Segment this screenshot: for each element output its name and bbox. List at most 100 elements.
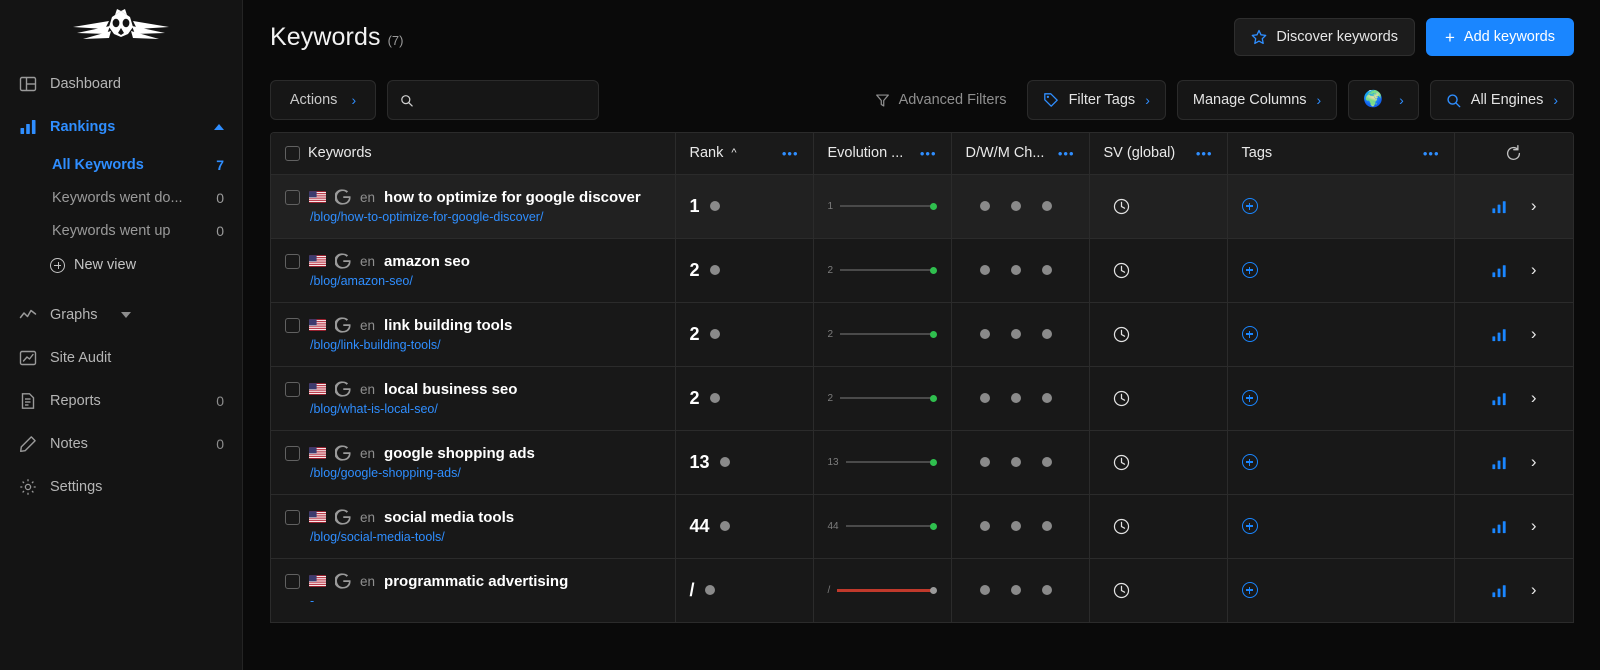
chart-bar-icon[interactable] xyxy=(1491,454,1508,471)
open-keyword-details-icon[interactable]: › xyxy=(1531,324,1537,344)
keyword-url[interactable]: - xyxy=(285,594,661,608)
row-checkbox[interactable] xyxy=(285,189,300,205)
sidebar-item-graphs[interactable]: Graphs xyxy=(0,293,242,336)
gear-icon xyxy=(18,477,37,496)
col-keywords[interactable]: Keywords xyxy=(271,133,676,175)
col-dwm-menu-icon[interactable]: ••• xyxy=(1058,146,1075,161)
sidebar-item-site-audit[interactable]: Site Audit xyxy=(0,336,242,379)
add-tag-button[interactable] xyxy=(1241,326,1258,342)
chart-bar-icon[interactable] xyxy=(1491,326,1508,343)
sidebar-item-dashboard[interactable]: Dashboard xyxy=(0,62,242,105)
sidebar-item-notes[interactable]: Notes 0 xyxy=(0,422,242,465)
add-tag-button[interactable] xyxy=(1241,198,1258,214)
day-change-dot xyxy=(979,521,990,531)
row-checkbox[interactable] xyxy=(285,509,300,525)
add-tag-button[interactable] xyxy=(1241,518,1258,534)
cell-tags xyxy=(1227,174,1455,239)
sidebar-item-settings[interactable]: Settings xyxy=(0,465,242,508)
new-view-button[interactable]: New view xyxy=(0,247,242,283)
chart-bar-icon[interactable] xyxy=(1491,518,1508,535)
col-rank-menu-icon[interactable]: ••• xyxy=(782,146,799,161)
open-keyword-details-icon[interactable]: › xyxy=(1531,388,1537,408)
site-audit-icon xyxy=(18,348,37,367)
sidebar-item-keywords-went-up[interactable]: Keywords went up 0 xyxy=(0,214,242,247)
table-row[interactable]: en programmatic advertising - / / › xyxy=(271,558,1573,623)
actions-button[interactable]: Actions › xyxy=(270,80,376,120)
col-dwm-change[interactable]: D/W/M Ch... ••• xyxy=(951,133,1090,175)
open-keyword-details-icon[interactable]: › xyxy=(1531,516,1537,536)
advanced-filters-button[interactable]: Advanced Filters xyxy=(875,92,1007,108)
keyword-url[interactable]: /blog/link-building-tools/ xyxy=(285,338,661,352)
table-row[interactable]: en google shopping ads /blog/google-shop… xyxy=(271,430,1573,495)
search-input[interactable] xyxy=(421,92,586,108)
day-change-dot xyxy=(979,393,990,403)
table-row[interactable]: en amazon seo /blog/amazon-seo/ 2 2 › xyxy=(271,238,1573,303)
row-checkbox[interactable] xyxy=(285,253,300,269)
table-row[interactable]: en social media tools /blog/social-media… xyxy=(271,494,1573,559)
chart-bar-icon[interactable] xyxy=(1491,198,1508,215)
cell-actions: › xyxy=(1454,558,1573,623)
open-keyword-details-icon[interactable]: › xyxy=(1531,196,1537,216)
clock-pending-icon xyxy=(1113,262,1129,278)
chevron-right-icon: › xyxy=(1399,92,1404,108)
col-tags-menu-icon[interactable]: ••• xyxy=(1423,146,1440,161)
evolution-sparkline xyxy=(845,458,937,466)
chart-bar-icon[interactable] xyxy=(1491,582,1508,599)
sort-asc-icon[interactable]: ^ xyxy=(731,147,736,159)
add-keywords-button[interactable]: + Add keywords xyxy=(1425,18,1574,56)
logo-container[interactable] xyxy=(0,0,242,58)
row-checkbox[interactable] xyxy=(285,445,300,461)
sidebar-item-count: 0 xyxy=(216,392,224,409)
rank-value: 13 xyxy=(689,451,710,472)
add-tag-button[interactable] xyxy=(1241,582,1258,598)
sidebar-item-reports[interactable]: Reports 0 xyxy=(0,379,242,422)
add-tag-button[interactable] xyxy=(1241,262,1258,278)
dashboard-icon xyxy=(18,74,37,93)
col-evolution-menu-icon[interactable]: ••• xyxy=(920,146,937,161)
open-keyword-details-icon[interactable]: › xyxy=(1531,260,1537,280)
sidebar-item-rankings[interactable]: Rankings xyxy=(0,105,242,148)
chart-bar-icon[interactable] xyxy=(1491,390,1508,407)
col-sv-global[interactable]: SV (global) ••• xyxy=(1089,133,1228,175)
rank-status-dot xyxy=(719,457,730,467)
table-row[interactable]: en how to optimize for google discover /… xyxy=(271,174,1573,239)
keyword-url[interactable]: /blog/social-media-tools/ xyxy=(285,530,661,544)
chevron-down-icon[interactable] xyxy=(120,311,131,318)
chart-bar-icon[interactable] xyxy=(1491,262,1508,279)
col-rank[interactable]: Rank ^ ••• xyxy=(675,133,814,175)
chevron-up-icon[interactable] xyxy=(214,123,224,130)
select-all-checkbox[interactable] xyxy=(285,145,300,161)
row-checkbox[interactable] xyxy=(285,381,300,397)
row-checkbox[interactable] xyxy=(285,317,300,333)
table-row[interactable]: en local business seo /blog/what-is-loca… xyxy=(271,366,1573,431)
col-tags[interactable]: Tags ••• xyxy=(1227,133,1455,175)
table-row[interactable]: en link building tools /blog/link-buildi… xyxy=(271,302,1573,367)
language-label: en xyxy=(360,189,376,205)
search-box[interactable] xyxy=(387,80,599,120)
language-label: en xyxy=(360,253,376,269)
discover-keywords-button[interactable]: Discover keywords xyxy=(1234,18,1415,56)
all-engines-button[interactable]: All Engines › xyxy=(1429,80,1574,120)
keyword-url[interactable]: /blog/amazon-seo/ xyxy=(285,274,661,288)
open-keyword-details-icon[interactable]: › xyxy=(1531,580,1537,600)
region-selector-button[interactable]: 🌍 › xyxy=(1348,80,1419,120)
sidebar-item-keywords-went-down[interactable]: Keywords went do... 0 xyxy=(0,181,242,214)
keyword-url[interactable]: /blog/how-to-optimize-for-google-discove… xyxy=(285,210,661,224)
chevron-right-icon: › xyxy=(351,92,357,108)
filter-funnel-icon xyxy=(875,93,889,107)
add-tag-button[interactable] xyxy=(1241,390,1258,406)
keyword-url[interactable]: /blog/what-is-local-seo/ xyxy=(285,402,661,416)
filter-tags-button[interactable]: Filter Tags › xyxy=(1026,80,1166,120)
add-tag-button[interactable] xyxy=(1241,454,1258,470)
col-evolution[interactable]: Evolution ... ••• xyxy=(813,133,952,175)
col-refresh[interactable] xyxy=(1454,133,1573,175)
refresh-icon[interactable] xyxy=(1504,144,1523,163)
manage-columns-button[interactable]: Manage Columns › xyxy=(1176,80,1338,120)
open-keyword-details-icon[interactable]: › xyxy=(1531,452,1537,472)
keyword-url[interactable]: /blog/google-shopping-ads/ xyxy=(285,466,661,480)
col-sv-menu-icon[interactable]: ••• xyxy=(1196,146,1213,161)
language-label: en xyxy=(360,573,376,589)
row-checkbox[interactable] xyxy=(285,573,300,589)
google-icon xyxy=(335,573,351,589)
sidebar-item-all-keywords[interactable]: All Keywords 7 xyxy=(0,148,242,181)
